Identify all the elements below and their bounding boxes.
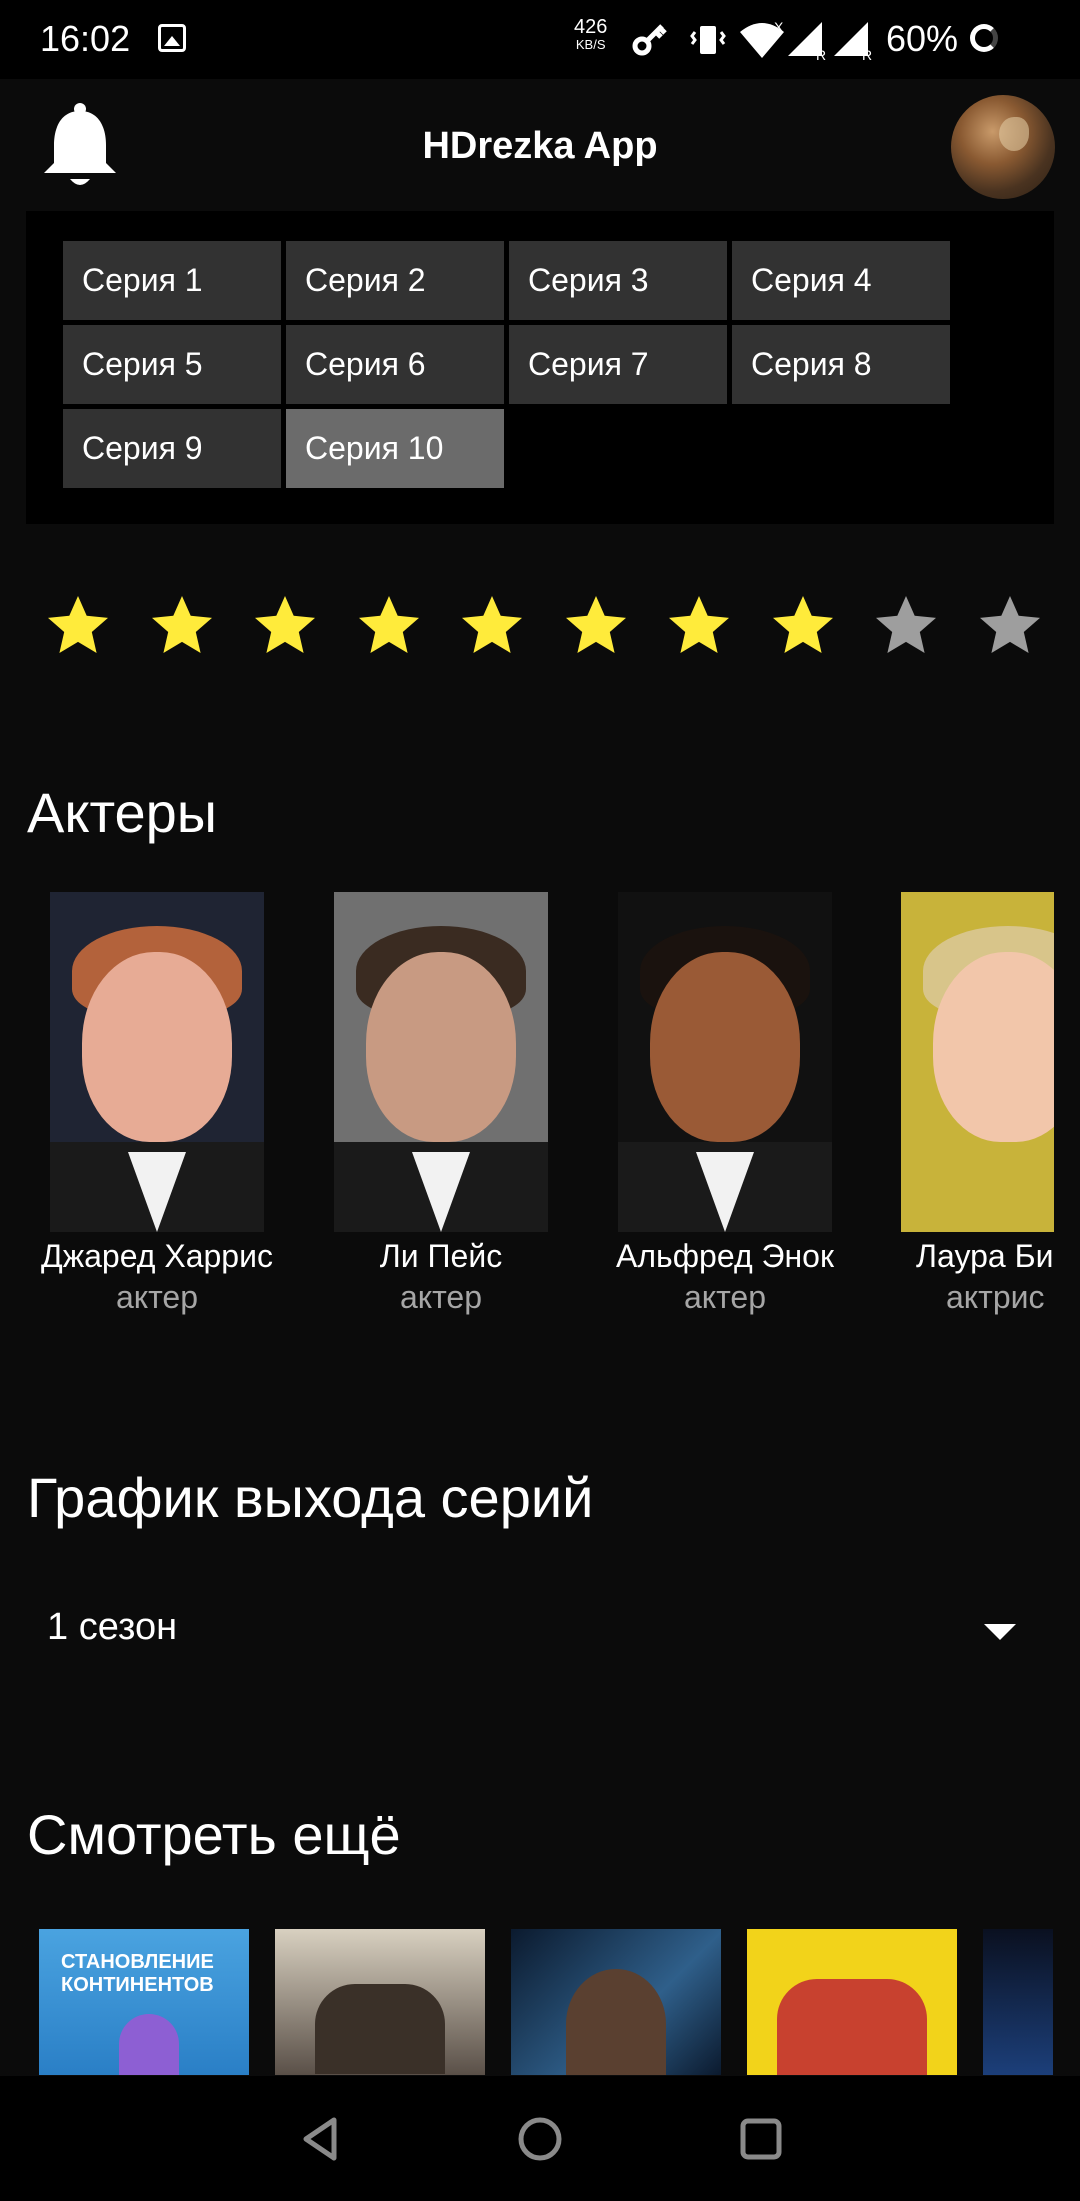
app-title: HDrezka App (422, 125, 658, 167)
battery-percent: 60% (886, 18, 959, 59)
section-title-actors: Актеры (27, 781, 218, 844)
actor-role: актер (683, 1279, 767, 1315)
app-bar: HDrezka App (0, 79, 1080, 211)
season-selected-value: 1 сезон (47, 1606, 178, 1648)
network-speed-value: 426 (574, 16, 608, 38)
svg-text:R: R (816, 47, 826, 60)
star-filled-icon[interactable] (558, 590, 634, 662)
actor-photo (901, 892, 1054, 1232)
actor-card[interactable]: Лаура Би актрис (879, 892, 1054, 1316)
star-filled-icon[interactable] (661, 590, 737, 662)
image-icon (158, 24, 186, 52)
episodes-panel: Серия 1 Серия 2 Серия 3 Серия 4 Серия 5 … (26, 211, 1054, 524)
episode-button[interactable]: Серия 9 (63, 409, 281, 488)
poster-card[interactable]: СТАНОВЛЕНИЕ КОНТИНЕНТОВ (39, 1929, 249, 2075)
recents-icon[interactable] (736, 2114, 786, 2164)
episode-button[interactable]: Серия 2 (286, 241, 504, 320)
vpn-key-icon (632, 24, 667, 56)
actor-name: Альфред Энок (616, 1238, 834, 1274)
dropdown-arrow-icon (984, 1624, 1016, 1640)
home-icon[interactable] (515, 2114, 565, 2164)
actor-role: актер (399, 1279, 483, 1315)
poster-card[interactable] (511, 1929, 721, 2075)
episode-button[interactable]: Серия 3 (509, 241, 727, 320)
poster-title: СТАНОВЛЕНИЕ КОНТИНЕНТОВ (61, 1951, 214, 1996)
back-icon[interactable] (296, 2114, 346, 2164)
star-empty-icon[interactable] (868, 590, 944, 662)
wifi-icon: X (740, 20, 784, 58)
poster-card[interactable] (275, 1929, 485, 2075)
signal-icon: R (788, 22, 826, 60)
actor-card[interactable]: Альфред Энок актер (595, 892, 855, 1316)
svg-text:R: R (862, 47, 872, 60)
rating-stars (40, 590, 1050, 665)
actor-role: актрис (946, 1279, 1045, 1315)
section-title-more: Смотреть ещё (27, 1803, 401, 1866)
episode-button[interactable]: Серия 6 (286, 325, 504, 404)
actor-role: актер (115, 1279, 199, 1315)
actor-name: Ли Пейс (379, 1238, 503, 1274)
status-time: 16:02 (40, 18, 131, 59)
actor-photo (50, 892, 264, 1232)
poster-card[interactable] (747, 1929, 957, 2075)
signal-icon: R (834, 22, 872, 60)
actor-name: Лаура Би (916, 1238, 1054, 1274)
actor-card[interactable]: Ли Пейс актер (311, 892, 571, 1316)
episode-button-selected[interactable]: Серия 10 (286, 409, 504, 488)
actor-name: Джаред Харрис (41, 1238, 273, 1274)
star-filled-icon[interactable] (40, 590, 116, 662)
star-filled-icon[interactable] (144, 590, 220, 662)
episode-button[interactable]: Серия 8 (732, 325, 950, 404)
profile-avatar[interactable] (951, 95, 1055, 199)
actor-photo (618, 892, 832, 1232)
episode-button[interactable]: Серия 4 (732, 241, 950, 320)
svg-text:X: X (774, 20, 784, 35)
episode-button[interactable]: Серия 1 (63, 241, 281, 320)
season-select[interactable]: 1 сезон (27, 1580, 1052, 1680)
section-title-schedule: График выхода серий (27, 1466, 594, 1529)
actor-photo (334, 892, 548, 1232)
star-empty-icon[interactable] (972, 590, 1048, 662)
battery-ring-icon (970, 24, 998, 52)
network-speed-unit: KB/S (575, 37, 606, 52)
navigation-bar (0, 2076, 1080, 2201)
status-bar: 16:02 426 KB/S X R R 60% (0, 0, 1080, 79)
network-speed: 426 KB/S (574, 16, 608, 54)
vibrate-icon (690, 26, 726, 54)
poster-card[interactable] (983, 1929, 1053, 2075)
more-posters-row: СТАНОВЛЕНИЕ КОНТИНЕНТОВ (0, 1929, 1080, 2075)
episode-button[interactable]: Серия 5 (63, 325, 281, 404)
star-filled-icon[interactable] (765, 590, 841, 662)
episode-button[interactable]: Серия 7 (509, 325, 727, 404)
star-filled-icon[interactable] (247, 590, 323, 662)
star-filled-icon[interactable] (454, 590, 530, 662)
actor-card[interactable]: Джаред Харрис актер (27, 892, 287, 1316)
star-filled-icon[interactable] (351, 590, 427, 662)
